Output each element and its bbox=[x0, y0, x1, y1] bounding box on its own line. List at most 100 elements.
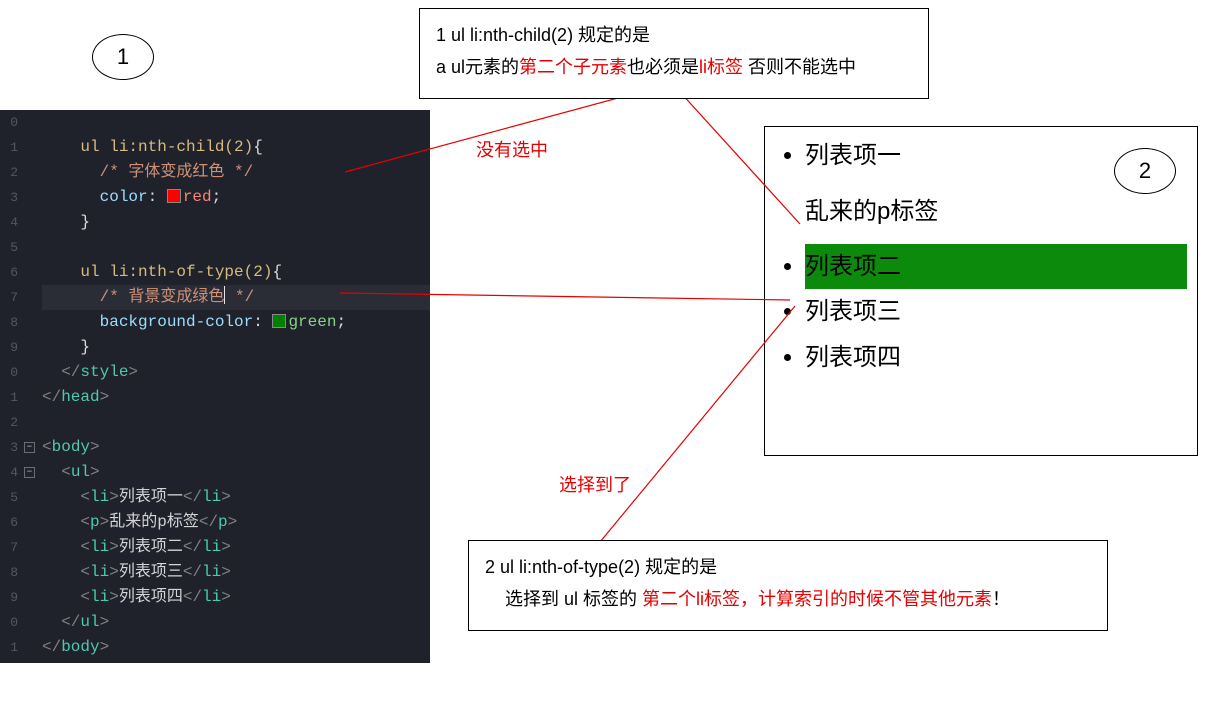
code-line bbox=[42, 410, 430, 435]
green-swatch-icon bbox=[272, 314, 286, 328]
fold-marker-icon[interactable]: − bbox=[24, 442, 35, 453]
html-text: 乱来的p标签 bbox=[109, 513, 199, 531]
html-tag: body bbox=[61, 638, 99, 656]
html-tag: ul bbox=[80, 613, 99, 631]
line-number: 9 bbox=[0, 335, 18, 360]
line-number: 8 bbox=[0, 560, 18, 585]
note-selected: 选择到了 bbox=[559, 471, 631, 497]
code-line bbox=[42, 235, 430, 260]
html-tag: p bbox=[218, 513, 228, 531]
line-number: 0 bbox=[0, 360, 18, 385]
line-number: 0 bbox=[0, 610, 18, 635]
preview-item-4: 列表项四 bbox=[805, 335, 1187, 381]
css-prop: color bbox=[100, 188, 148, 206]
css-value: red bbox=[183, 188, 212, 206]
line-number: 5 bbox=[0, 235, 18, 260]
css-selector: ul li:nth-of-type(2) bbox=[80, 263, 272, 281]
html-text: 列表项四 bbox=[119, 588, 183, 606]
line-number: 9 bbox=[0, 585, 18, 610]
html-tag: head bbox=[61, 388, 99, 406]
css-selector: ul li:nth-child(2) bbox=[80, 138, 253, 156]
preview-item-3: 列表项三 bbox=[805, 289, 1187, 335]
code-line: color: red; bbox=[42, 185, 430, 210]
code-line: /* 字体变成红色 */ bbox=[42, 160, 430, 185]
html-tag: li bbox=[202, 588, 221, 606]
html-text: 列表项一 bbox=[119, 488, 183, 506]
line-number: 2 bbox=[0, 410, 18, 435]
css-prop: background-color bbox=[100, 313, 254, 331]
html-tag: li bbox=[90, 563, 109, 581]
note-not-selected: 没有选中 bbox=[476, 136, 548, 162]
css-comment: /* 背景变成绿色 bbox=[100, 288, 225, 306]
callout-top-line2: a ul元素的第二个子元素也必须是li标签 否则不能选中 bbox=[436, 51, 912, 83]
line-number: 6 bbox=[0, 260, 18, 285]
badge-2: 2 bbox=[1114, 148, 1176, 194]
callout-nth-of-type: 2 ul li:nth-of-type(2) 规定的是 选择到 ul 标签的 第… bbox=[468, 540, 1108, 631]
code-line: <li>列表项四</li> bbox=[42, 585, 430, 610]
code-line: </style> bbox=[42, 360, 430, 385]
line-number: 1 bbox=[0, 135, 18, 160]
callout-top-l2red2: li标签 bbox=[699, 57, 743, 77]
line-number: 4 bbox=[0, 210, 18, 235]
line-number: 8 bbox=[0, 310, 18, 335]
editor-gutter: 0 1 2 3 4 5 6 7 8 9 0 1 2 3 4 5 6 7 8 9 … bbox=[0, 110, 22, 663]
line-number: 5 bbox=[0, 485, 18, 510]
line-number: 3 bbox=[0, 435, 18, 460]
preview-item-2-highlighted: 列表项二 bbox=[805, 244, 1187, 290]
code-line: <li>列表项三</li> bbox=[42, 560, 430, 585]
code-line: </ul> bbox=[42, 610, 430, 635]
callout-bottom-l2a: 选择到 ul 标签的 bbox=[485, 589, 642, 609]
line-number: 0 bbox=[0, 110, 18, 135]
editor-fold-column: − − bbox=[22, 110, 40, 663]
line-number: 2 bbox=[0, 160, 18, 185]
preview-p-intruder: 乱来的p标签 bbox=[805, 191, 1187, 226]
code-line: <body> bbox=[42, 435, 430, 460]
callout-top-l2c: 否则不能选中 bbox=[743, 57, 856, 77]
callout-bottom-l2tail: ！ bbox=[992, 589, 1010, 609]
html-tag: li bbox=[202, 538, 221, 556]
html-tag: body bbox=[52, 438, 90, 456]
fold-marker-icon[interactable]: − bbox=[24, 467, 35, 478]
code-line: } bbox=[42, 335, 430, 360]
line-number: 6 bbox=[0, 510, 18, 535]
code-line: </body> bbox=[42, 635, 430, 660]
css-comment: */ bbox=[225, 288, 254, 306]
code-line: <li>列表项一</li> bbox=[42, 485, 430, 510]
html-tag: p bbox=[90, 513, 100, 531]
red-swatch-icon bbox=[167, 189, 181, 203]
code-line: ul li:nth-child(2){ bbox=[42, 135, 430, 160]
html-tag: li bbox=[202, 488, 221, 506]
code-line: <ul> bbox=[42, 460, 430, 485]
css-comment: /* 字体变成红色 */ bbox=[100, 163, 254, 181]
callout-top-l2red1: 第二个子元素 bbox=[519, 57, 627, 77]
line-number: 7 bbox=[0, 285, 18, 310]
code-editor[interactable]: 0 1 2 3 4 5 6 7 8 9 0 1 2 3 4 5 6 7 8 9 … bbox=[0, 110, 430, 663]
callout-top-l2a: a ul元素的 bbox=[436, 57, 519, 77]
line-number: 7 bbox=[0, 535, 18, 560]
html-tag: li bbox=[90, 488, 109, 506]
html-text: 列表项三 bbox=[119, 563, 183, 581]
callout-bottom-l2red: 第二个li标签，计算索引的时候不管其他元素 bbox=[642, 589, 992, 609]
line-number: 1 bbox=[0, 635, 18, 660]
html-tag: ul bbox=[71, 463, 90, 481]
callout-top-line1: 1 ul li:nth-child(2) 规定的是 bbox=[436, 19, 912, 51]
line-number: 3 bbox=[0, 185, 18, 210]
code-line: ul li:nth-of-type(2){ bbox=[42, 260, 430, 285]
badge-2-label: 2 bbox=[1139, 158, 1151, 184]
editor-content[interactable]: ul li:nth-child(2){ /* 字体变成红色 */ color: … bbox=[42, 110, 430, 660]
code-line: } bbox=[42, 210, 430, 235]
line-number: 1 bbox=[0, 385, 18, 410]
callout-bottom-line1: 2 ul li:nth-of-type(2) 规定的是 bbox=[485, 551, 1091, 583]
html-tag: li bbox=[90, 538, 109, 556]
callout-top-l2b: 也必须是 bbox=[627, 57, 699, 77]
code-line: <li>列表项二</li> bbox=[42, 535, 430, 560]
html-text: 列表项二 bbox=[119, 538, 183, 556]
code-line: <p>乱来的p标签</p> bbox=[42, 510, 430, 535]
badge-1-label: 1 bbox=[117, 44, 129, 70]
badge-1: 1 bbox=[92, 34, 154, 80]
line-number: 4 bbox=[0, 460, 18, 485]
code-line: </head> bbox=[42, 385, 430, 410]
css-value: green bbox=[288, 313, 336, 331]
code-line bbox=[42, 110, 430, 135]
callout-nth-child: 1 ul li:nth-child(2) 规定的是 a ul元素的第二个子元素也… bbox=[419, 8, 929, 99]
